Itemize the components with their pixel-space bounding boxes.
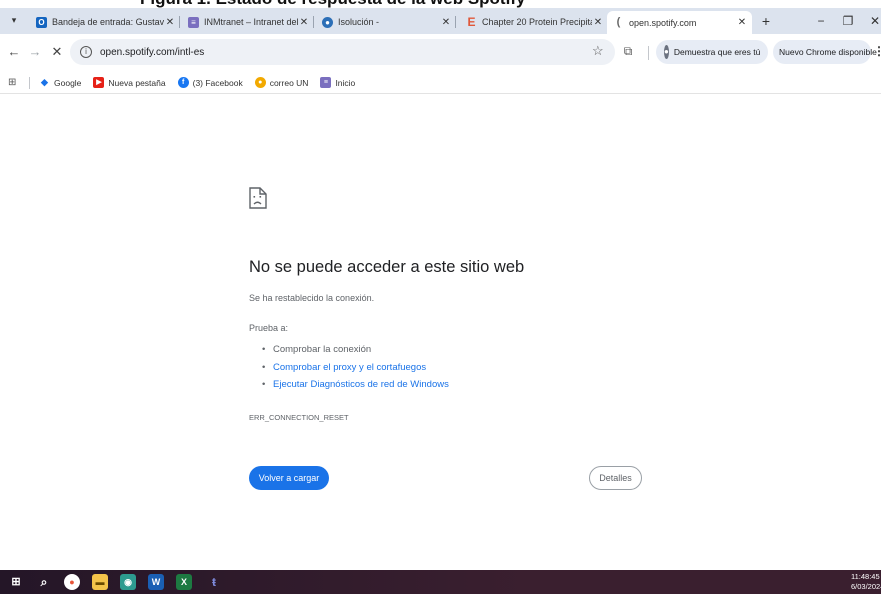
back-arrow-icon[interactable]: ← <box>5 43 23 61</box>
bookmark-label: Inicio <box>335 77 356 88</box>
error-code: ERR_CONNECTION_RESET <box>249 413 349 422</box>
update-chip-label: Nuevo Chrome disponible <box>779 47 877 57</box>
error-title: No se puede acceder a este sitio web <box>249 258 525 276</box>
document-caption-crop: Figura 1. Estado de respuesta de la web … <box>0 0 881 8</box>
toolbar-divider <box>648 46 649 60</box>
extensions-puzzle-icon[interactable]: ⧉ <box>620 42 636 60</box>
facebook-icon: f <box>177 77 189 88</box>
tab-title: open.spotify.com <box>629 17 697 28</box>
bookmark-google[interactable]: ◆ Google <box>39 77 81 88</box>
inm-icon: ≡ <box>188 16 199 28</box>
tab-spotify-active[interactable]: ( open.spotify.com ✕ <box>607 11 752 34</box>
bookmark-label: Google <box>54 77 82 88</box>
sad-page-icon <box>249 187 267 209</box>
close-icon[interactable]: ✕ <box>592 17 604 28</box>
avatar-icon: ● <box>664 45 669 59</box>
tip-check-proxy-link[interactable]: Comprobar el proxy y el cortafuegos <box>262 359 449 377</box>
chrome-taskbar-icon[interactable]: ● <box>64 574 80 590</box>
youtube-icon: ▶ <box>93 77 105 88</box>
tab-inmtranet[interactable]: ≡ INMtranet – Intranet del Inst ✕ <box>182 11 314 33</box>
excel-icon[interactable]: X <box>176 574 192 590</box>
bookmark-nueva-pestana[interactable]: ▶ Nueva pestaña <box>93 77 166 88</box>
tab-strip: ▾ O Bandeja de entrada: Gustavo ✕ ≡ INMt… <box>0 8 881 34</box>
reload-button[interactable]: Volver a cargar <box>249 466 329 490</box>
tab-chapter20[interactable]: E Chapter 20 Protein Precipita ✕ <box>460 11 608 33</box>
bookmark-label: Nueva pestaña <box>108 77 166 88</box>
close-icon[interactable]: ✕ <box>736 17 748 28</box>
new-tab-button[interactable]: + <box>757 11 775 31</box>
system-clock[interactable]: 11:48:45 6/03/2024 <box>851 572 881 592</box>
tip-check-connection: Comprobar la conexión <box>262 341 449 359</box>
tab-outlook[interactable]: O Bandeja de entrada: Gustavo ✕ <box>30 11 180 33</box>
tip-run-diagnostics-link[interactable]: Ejecutar Diagnósticos de red de Windows <box>262 376 449 394</box>
app-teal-icon[interactable]: ◉ <box>120 574 136 590</box>
stop-loading-icon[interactable]: ✕ <box>48 43 66 61</box>
tab-title: Chapter 20 Protein Precipita <box>482 17 592 27</box>
minimize-icon[interactable]: − <box>808 11 834 31</box>
address-bar[interactable]: i open.spotify.com/intl-es <box>70 39 615 65</box>
windows-taskbar: ⊞ ⌕ ● ▬ ◉ W X ŧ 11:48:45 6/03/2024 <box>0 570 881 594</box>
bookmark-inicio[interactable]: ≡ Inicio <box>320 77 355 88</box>
file-explorer-icon[interactable]: ▬ <box>92 574 108 590</box>
tab-title: Isolución - <box>338 17 380 27</box>
isolucion-icon: ● <box>322 16 333 28</box>
bookmark-label: correo UN <box>269 77 309 88</box>
windows-start-icon[interactable]: ⊞ <box>8 574 24 590</box>
chrome-update-chip[interactable]: Nuevo Chrome disponible <box>773 40 877 64</box>
profile-chip-label: Demuestra que eres tú <box>673 47 761 57</box>
browser-toolbar: ← → ✕ i open.spotify.com/intl-es ☆ ⧉ ● D… <box>0 34 881 72</box>
site-info-icon[interactable]: i <box>80 46 92 58</box>
e-icon: E <box>467 14 476 29</box>
google-icon: ◆ <box>41 77 48 87</box>
mail-icon: ● <box>254 77 266 88</box>
bookmark-star-icon[interactable]: ☆ <box>592 43 604 59</box>
error-page: No se puede acceder a este sitio web Se … <box>0 94 881 570</box>
bookmark-label: (3) Facebook <box>192 77 243 88</box>
apps-grid-icon[interactable]: ⊞ <box>8 77 20 89</box>
word-icon[interactable]: W <box>148 574 164 590</box>
close-icon[interactable]: ✕ <box>298 17 310 28</box>
close-icon[interactable]: ✕ <box>440 17 452 28</box>
bookmark-facebook[interactable]: f (3) Facebook <box>177 77 243 88</box>
loading-icon: ( <box>616 16 621 28</box>
bookmarks-bar: ⊞ ◆ Google ▶ Nueva pestaña f (3) Faceboo… <box>0 72 881 94</box>
close-window-icon[interactable]: ✕ <box>862 11 881 31</box>
clock-date: 6/03/2024 <box>851 582 881 591</box>
url-text: open.spotify.com/intl-es <box>100 46 205 58</box>
tab-search-chevron-icon[interactable]: ▾ <box>6 12 22 28</box>
try-label: Prueba a: <box>249 323 289 333</box>
search-icon[interactable]: ⌕ <box>36 574 52 590</box>
error-subtitle: Se ha restablecido la conexión. <box>249 293 375 303</box>
caption-text: Figura 1. Estado de respuesta de la web … <box>140 0 525 8</box>
forward-arrow-icon[interactable]: → <box>26 43 44 61</box>
bookmark-correo-un[interactable]: ● correo UN <box>254 77 309 88</box>
teams-icon[interactable]: ŧ <box>206 574 222 590</box>
tab-isolucion[interactable]: ● Isolución - ✕ <box>316 11 456 33</box>
close-icon[interactable]: ✕ <box>164 17 176 28</box>
profile-chip[interactable]: ● Demuestra que eres tú <box>656 40 768 64</box>
tab-title: Bandeja de entrada: Gustavo <box>52 17 164 27</box>
suggestions-list: Comprobar la conexión Comprobar el proxy… <box>262 341 449 394</box>
outlook-icon: O <box>36 16 47 28</box>
bookmarks-divider <box>29 76 30 89</box>
restore-icon[interactable]: ❐ <box>835 11 861 31</box>
tab-title: INMtranet – Intranet del Inst <box>204 17 298 27</box>
clock-time: 11:48:45 <box>851 572 880 581</box>
more-menu-icon[interactable]: ⋮ <box>873 44 881 58</box>
details-button[interactable]: Detalles <box>589 466 642 490</box>
inm-icon: ≡ <box>320 77 332 88</box>
